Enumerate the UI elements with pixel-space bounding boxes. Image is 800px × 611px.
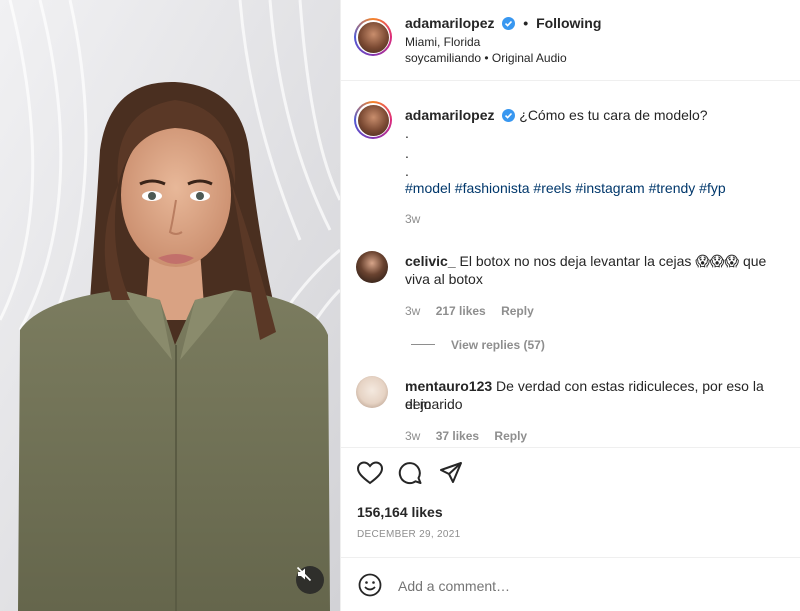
comment-button[interactable] — [398, 461, 422, 490]
location-link[interactable]: Miami, Florida — [405, 35, 480, 49]
author-username[interactable]: adamarilopez — [405, 15, 494, 31]
audio-link[interactable]: soycamiliando • Original Audio — [405, 51, 567, 65]
commenter-avatar[interactable] — [356, 376, 388, 408]
comment-likes[interactable]: 217 likes — [436, 304, 486, 318]
view-replies-button[interactable]: View replies (57) — [451, 338, 545, 352]
caption-dot-1: . — [405, 125, 409, 141]
comment-likes[interactable]: 37 likes — [436, 429, 479, 443]
header-divider — [341, 80, 800, 81]
verified-badge-icon — [502, 17, 516, 30]
mute-button[interactable] — [296, 566, 324, 594]
dot-separator: • — [523, 15, 529, 31]
comment-username[interactable]: mentauro123 — [405, 378, 492, 394]
comment-time: 3w — [405, 429, 421, 443]
caption-text: ¿Cómo es tu cara de modelo? — [519, 107, 708, 123]
caption-hashtags[interactable]: #model #fashionista #reels #instagram #t… — [405, 179, 726, 197]
comment-input[interactable] — [396, 572, 730, 600]
caption-username[interactable]: adamarilopez — [405, 107, 494, 123]
likes-count[interactable]: 156,164 likes — [357, 503, 443, 521]
comment-text-continued: viva al botox — [405, 271, 483, 287]
reply-button[interactable]: Reply — [501, 304, 534, 318]
comment-1: celivic_ El botox no nos deja levantar l… — [405, 252, 785, 270]
emoji-icon — [358, 573, 382, 597]
comment-meta: 3w 37 likes Reply — [405, 429, 539, 443]
emoji-button[interactable] — [358, 573, 382, 602]
post-sidebar: adamarilopez • Following Miami, Florida … — [340, 0, 800, 611]
post-date: DECEMBER 29, 2021 — [357, 529, 461, 540]
video-frame-illustration — [0, 0, 340, 611]
comment-text: El botox no nos deja levantar la cejas 😱… — [459, 253, 767, 269]
caption-avatar[interactable] — [354, 101, 392, 139]
caption-time: 3w — [405, 212, 421, 226]
reel-video[interactable] — [0, 0, 340, 611]
following-button[interactable]: Following — [536, 15, 601, 31]
speaker-muted-icon — [296, 566, 312, 582]
caption: adamarilopez ¿Cómo es tu cara de modelo? — [405, 106, 785, 124]
author-avatar[interactable] — [354, 18, 392, 56]
actions-divider — [341, 447, 800, 448]
share-button[interactable] — [439, 461, 463, 490]
reply-button[interactable]: Reply — [494, 429, 527, 443]
comment-time: 3w — [405, 304, 421, 318]
comment-icon — [398, 462, 422, 485]
commenter-avatar[interactable] — [356, 251, 388, 283]
comment-meta: 3w 217 likes Reply — [405, 304, 546, 318]
header-row: adamarilopez • Following — [405, 14, 601, 32]
comment-box-divider — [341, 557, 800, 558]
like-button[interactable] — [356, 461, 384, 490]
caption-dot-2: . — [405, 145, 409, 161]
caption-dot-3: . — [405, 163, 409, 179]
heart-icon — [356, 461, 384, 485]
replies-line — [411, 344, 435, 345]
comment-username[interactable]: celivic_ — [405, 253, 456, 269]
share-icon — [440, 462, 462, 483]
comment-text-continued: el marido — [405, 396, 463, 412]
verified-badge-icon — [502, 109, 516, 122]
